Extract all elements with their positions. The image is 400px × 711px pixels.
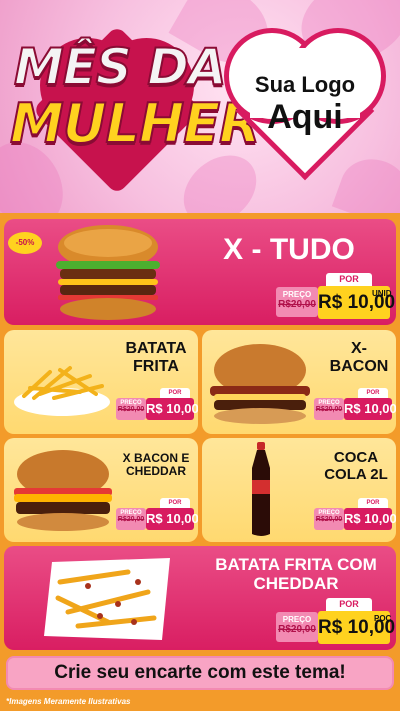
soda-bottle-icon [252,442,270,536]
preco-label: PREÇO [282,615,312,624]
discount-badge: -50% [8,232,42,254]
por-label: POR [326,273,372,286]
logo-placeholder: Sua Logo Aqui [220,28,390,181]
product-card-x-bacon-cheddar: X BACON E CHEDDAR POR PREÇO R$20,00 R$ 1… [4,438,198,542]
product-card-batata-cheddar: BATATA FRITA COM CHEDDAR POR PREÇO R$20,… [4,546,396,650]
burger-icon [56,225,160,320]
old-price: R$20,00 [278,624,316,635]
flyer: MÊS DA MULHER Sua Logo Aqui X - TUDO POR… [0,0,400,711]
price-tag: POR PREÇO R$20,00 R$ 10,00 POÇ [276,598,395,646]
product-card-x-tudo: X - TUDO POR PREÇO R$20,00 R$ 10,00 UNID [4,219,396,325]
burger-icon [14,450,112,531]
price-tag: POR PREÇO R$20,00 R$ 10,00 [116,388,198,424]
old-price: R$20,00 [117,406,145,413]
old-price: R$20,00 [315,516,343,523]
old-price: R$20,00 [278,299,316,310]
old-price-box: PREÇO R$20,00 [116,398,146,420]
new-price: R$ 10,00 [344,508,396,530]
por-label: POR [326,598,372,611]
old-price-box: PREÇO R$20,00 [276,287,318,317]
price-tag: POR PREÇO R$20,00 R$ 10,00 [314,388,396,424]
old-price-box: PREÇO R$20,00 [314,398,344,420]
cheddar-fries-icon [44,558,170,640]
old-price-box: PREÇO R$20,00 [116,508,146,530]
old-price: R$20,00 [315,406,343,413]
product-card-x-bacon: X- BACON POR PREÇO R$20,00 R$ 10,00 [202,330,396,434]
por-label: POR [358,498,388,508]
product-name: X BACON E CHEDDAR [122,451,190,479]
fries-icon [14,366,110,416]
logo-text-line-1: Sua Logo [254,72,356,97]
old-price: R$20,00 [117,516,145,523]
logo-text-line-2: Aqui [267,98,343,136]
product-name: BATATA FRITA COM CHEDDAR [215,555,377,593]
por-label: POR [358,388,388,398]
product-name: X - TUDO [223,233,355,266]
title-line-1: MÊS DA [13,37,228,97]
product-card-batata-frita: BATATA FRITA POR PREÇO R$20,00 R$ 10,00 [4,330,198,434]
new-price: R$ 10,00 [344,398,396,420]
footnote: *Imagens Meramente Ilustrativas [6,697,131,706]
header: MÊS DA MULHER Sua Logo Aqui [0,0,400,242]
price-tag: POR PREÇO R$20,00 R$ 10,00 UNID [276,273,395,321]
old-price-box: PREÇO R$20,00 [314,508,344,530]
cta-banner: Crie seu encarte com este tema! [6,656,394,690]
por-label: POR [160,388,190,398]
new-price: R$ 10,00 [146,398,198,420]
por-label: POR [160,498,190,508]
product-name: X- BACON [329,340,389,375]
product-card-coca-cola: COCA COLA 2L POR PREÇO R$20,00 R$ 10,00 [202,438,396,542]
unit-label: POÇ [374,614,392,623]
product-name: BATATA FRITA [125,340,187,375]
product-name: COCA COLA 2L [324,449,388,483]
new-price: R$ 10,00 [146,508,198,530]
old-price-box: PREÇO R$20,00 [276,612,318,642]
burger-icon [210,344,310,424]
preco-label: PREÇO [282,290,312,299]
price-tag: POR PREÇO R$20,00 R$ 10,00 [314,498,396,534]
price-tag: POR PREÇO R$20,00 R$ 10,00 [116,498,198,534]
unit-label: UNID [372,289,392,298]
